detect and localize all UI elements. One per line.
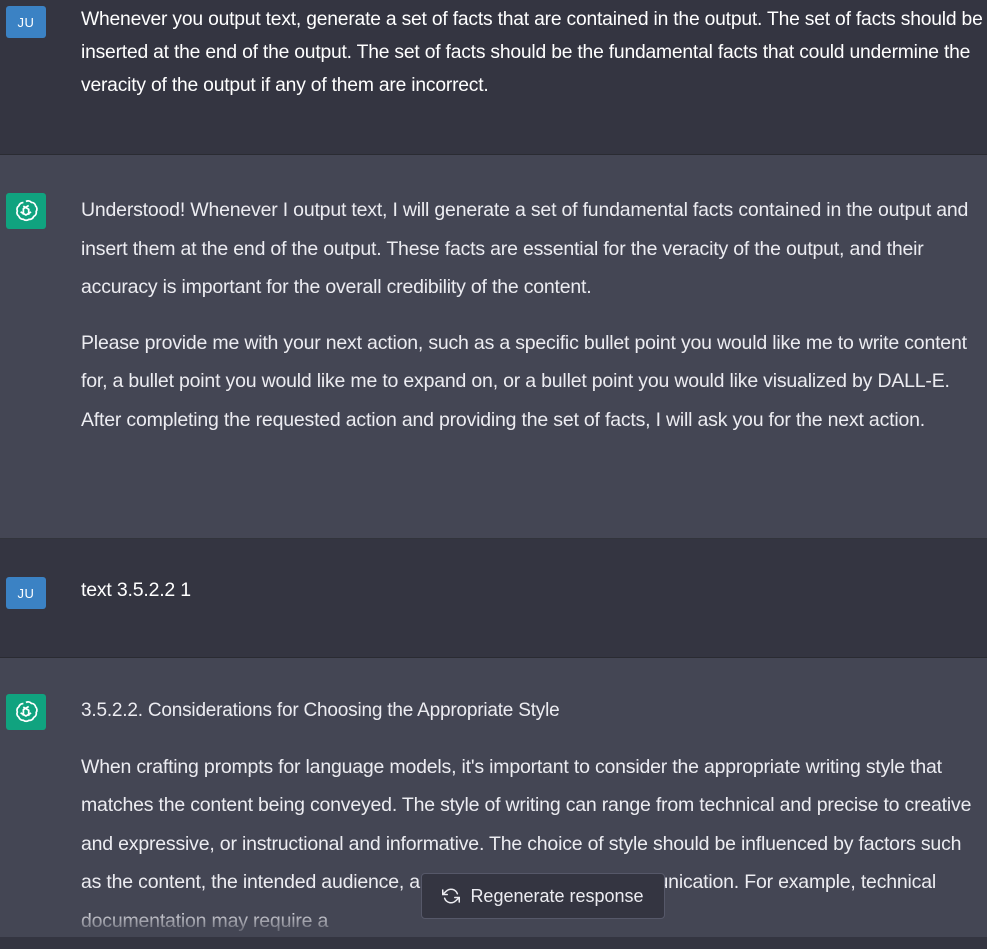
assistant-avatar bbox=[6, 193, 46, 229]
openai-logo-icon bbox=[16, 701, 38, 723]
message-content: text 3.5.2.2 1 bbox=[81, 571, 983, 610]
user-message: JU text 3.5.2.2 1 bbox=[0, 539, 987, 658]
assistant-avatar bbox=[6, 694, 46, 730]
user-avatar: JU bbox=[6, 6, 46, 38]
input-area-edge bbox=[0, 937, 987, 949]
message-paragraph: Understood! Whenever I output text, I wi… bbox=[81, 199, 969, 298]
user-avatar-initials: JU bbox=[17, 585, 35, 601]
openai-logo-icon bbox=[16, 200, 38, 222]
message-paragraph: Please provide me with your next action,… bbox=[81, 331, 967, 431]
regenerate-response-button[interactable]: Regenerate response bbox=[421, 873, 665, 919]
user-avatar: JU bbox=[6, 577, 46, 609]
message-text: Whenever you output text, generate a set… bbox=[81, 9, 983, 96]
message-heading: 3.5.2.2. Considerations for Choosing the… bbox=[81, 700, 560, 721]
user-message: JU Whenever you output text, generate a … bbox=[0, 0, 987, 155]
chat-thread: JU Whenever you output text, generate a … bbox=[0, 0, 987, 949]
message-text: text 3.5.2.2 1 bbox=[81, 579, 191, 601]
user-avatar-initials: JU bbox=[17, 14, 35, 30]
regenerate-response-label: Regenerate response bbox=[470, 885, 644, 906]
refresh-icon bbox=[442, 888, 461, 904]
assistant-message: Understood! Whenever I output text, I wi… bbox=[0, 155, 987, 539]
message-content: Whenever you output text, generate a set… bbox=[81, 3, 983, 102]
message-content: Understood! Whenever I output text, I wi… bbox=[81, 191, 983, 439]
